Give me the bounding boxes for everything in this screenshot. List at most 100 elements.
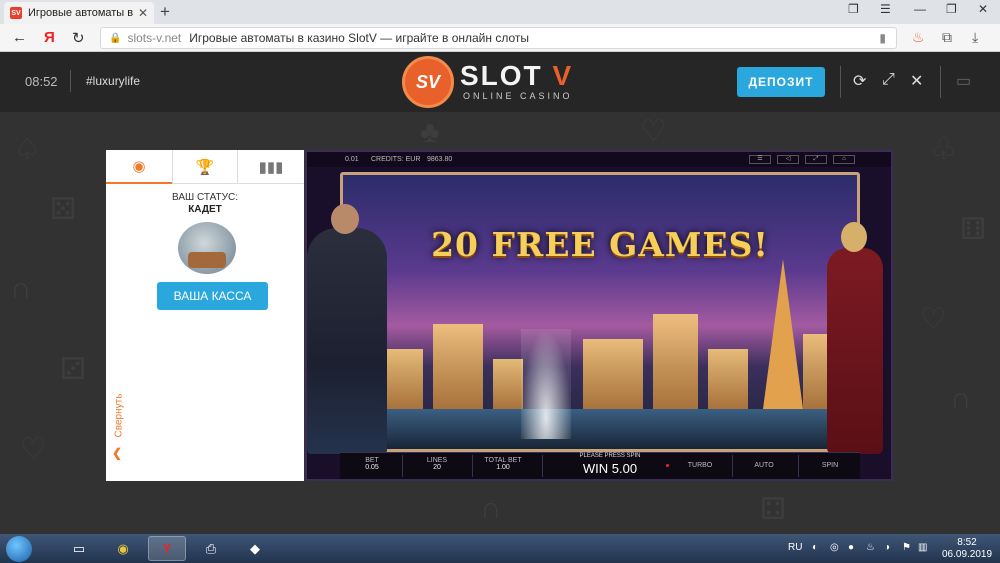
card-pattern-icon: ♤ bbox=[14, 133, 41, 166]
building bbox=[493, 359, 523, 409]
extensions-icon[interactable]: ⧉ bbox=[942, 29, 952, 46]
app-taskbar-icon[interactable]: ◆ bbox=[236, 536, 274, 561]
tray-app-icon[interactable]: ◐ bbox=[812, 542, 818, 553]
heart-pattern-icon: ♡ bbox=[20, 433, 47, 466]
yandex-taskbar-icon[interactable]: Y bbox=[148, 536, 186, 561]
clock-time: 8:52 bbox=[957, 537, 977, 548]
logo-text[interactable]: SLOT V bbox=[460, 60, 573, 92]
system-clock[interactable]: 8:52 06.09.2019 bbox=[942, 537, 992, 561]
heart-pattern-icon: ♡ bbox=[640, 115, 667, 148]
total-bet-label: TOTAL BET bbox=[484, 457, 522, 464]
free-games-headline: 20 FREE GAMES! bbox=[431, 225, 769, 264]
site-favicon: SV bbox=[10, 7, 22, 19]
auto-button[interactable]: AUTO bbox=[744, 462, 784, 469]
lock-icon: 🔒 bbox=[109, 32, 122, 44]
collapse-panel-button[interactable]: Свернуть ❮ bbox=[112, 390, 126, 460]
header-divider bbox=[70, 70, 71, 92]
network-icon[interactable]: ▥ bbox=[918, 542, 927, 553]
minimize-icon[interactable]: — bbox=[914, 2, 926, 16]
address-bar: ← Я ↻ 🔒 slots-v.net Игровые автоматы в к… bbox=[0, 24, 1000, 52]
logo-v: V bbox=[552, 60, 574, 91]
tab-leaderboard[interactable]: ▮▮▮ bbox=[238, 150, 304, 184]
logo-main: SLOT bbox=[460, 60, 543, 91]
building bbox=[583, 339, 643, 409]
yandex-icon[interactable]: Я bbox=[44, 29, 55, 46]
horseshoe-pattern-icon: ∩ bbox=[10, 272, 32, 305]
bookmark-icon[interactable]: ▮ bbox=[879, 31, 886, 45]
user-panel: ◉ 🏆 ▮▮▮ ВАШ СТАТУС: КАДЕТ ВАША КАССА Све… bbox=[106, 150, 304, 481]
tabs-icon[interactable]: ❐ bbox=[848, 2, 859, 16]
download-icon[interactable]: ⤓ bbox=[972, 29, 978, 46]
browser-tab[interactable]: SV Игровые автоматы в ка ✕ bbox=[4, 2, 154, 24]
cashier-button[interactable]: ВАША КАССА bbox=[157, 282, 268, 310]
status-label: ВАШ СТАТУС: bbox=[172, 192, 238, 203]
spin-button[interactable]: SPIN bbox=[810, 462, 850, 469]
game-fullscreen-icon[interactable]: ⤢ bbox=[805, 155, 827, 164]
explorer-taskbar-icon[interactable]: ▭ bbox=[60, 536, 98, 561]
protect-icon[interactable]: ♨ bbox=[912, 29, 925, 46]
close-game-icon[interactable]: ✕ bbox=[910, 71, 923, 91]
tab-tournaments[interactable]: 🏆 bbox=[172, 150, 238, 184]
dice-pattern-icon: ⚄ bbox=[50, 193, 77, 226]
lines-label: LINES bbox=[426, 457, 448, 464]
tray-app-icon[interactable]: ◑ bbox=[884, 542, 890, 553]
building bbox=[653, 314, 698, 409]
status-value: КАДЕТ bbox=[188, 204, 222, 215]
chat-icon[interactable]: ▭ bbox=[956, 71, 971, 91]
collapse-label: Свернуть bbox=[113, 393, 125, 438]
clover-pattern-icon: ♣ bbox=[420, 116, 440, 149]
bet-control[interactable]: BET 0.05 bbox=[360, 457, 384, 471]
taskbar: ▭ ◉ Y ⎙ ◆ RU ◐ ◎ ● ♨ ◑ ⚑ ▥ 8:52 06.09.20… bbox=[0, 534, 1000, 563]
game-frame[interactable]: 0.01 CREDITS: EUR 9863.80 ☰ ◁ ⤢ ⌂ 20 FRE… bbox=[305, 150, 893, 481]
home-icon[interactable]: ⌂ bbox=[833, 155, 855, 164]
chrome-taskbar-icon[interactable]: ◉ bbox=[104, 536, 142, 561]
man-figure bbox=[307, 204, 387, 454]
flag-icon[interactable]: ⚑ bbox=[902, 542, 911, 553]
user-icon: ◉ bbox=[132, 158, 146, 175]
building bbox=[708, 349, 748, 409]
tray-app-icon[interactable]: ♨ bbox=[866, 542, 875, 553]
url-domain: slots-v.net bbox=[127, 31, 182, 45]
game-top-info: 0.01 CREDITS: EUR 9863.80 ☰ ◁ ⤢ ⌂ bbox=[307, 152, 891, 167]
game-control-bar: BET 0.05 LINES 20 TOTAL BET 1.00 PLEASE PRE… bbox=[340, 452, 860, 479]
logo-subtitle: ONLINE CASINO bbox=[463, 91, 573, 101]
site-clock: 08:52 bbox=[25, 74, 58, 89]
tab-profile[interactable]: ◉ bbox=[106, 150, 172, 184]
win-display: WIN 5.00 bbox=[582, 461, 638, 476]
start-button[interactable] bbox=[6, 536, 32, 562]
deposit-button[interactable]: ДЕПОЗИТ bbox=[737, 67, 825, 97]
maximize-icon[interactable]: ❐ bbox=[946, 2, 957, 16]
bet-label: BET bbox=[365, 457, 379, 464]
credits-value: 9863.80 bbox=[427, 156, 453, 163]
dice-pattern-icon: ⚅ bbox=[960, 213, 987, 246]
new-tab-icon[interactable]: + bbox=[160, 2, 170, 22]
fullscreen-icon[interactable]: ⤢ bbox=[882, 71, 895, 89]
tray-app-icon[interactable]: ◎ bbox=[830, 542, 839, 553]
reload-icon[interactable]: ↻ bbox=[72, 29, 85, 47]
game-menu-icon[interactable]: ☰ bbox=[749, 155, 771, 164]
tray-app-icon[interactable]: ● bbox=[848, 542, 854, 553]
bet-value: 0.05 bbox=[365, 464, 379, 471]
site-header: 08:52 #luxurylife SV SLOT V ONLINE CASIN… bbox=[0, 52, 1000, 112]
close-window-icon[interactable]: ✕ bbox=[978, 2, 988, 16]
refresh-icon[interactable]: ⟳ bbox=[853, 71, 866, 91]
bar-separator bbox=[402, 455, 403, 477]
trophy-icon: 🏆 bbox=[195, 158, 215, 176]
horseshoe-pattern-icon: ∩ bbox=[480, 492, 502, 525]
language-indicator[interactable]: RU bbox=[788, 542, 802, 553]
turbo-indicator bbox=[666, 464, 669, 467]
turbo-button[interactable]: TURBO bbox=[680, 462, 720, 469]
header-separator bbox=[840, 66, 841, 98]
lines-control[interactable]: LINES 20 bbox=[420, 457, 454, 471]
network-taskbar-icon[interactable]: ⎙ bbox=[192, 536, 230, 561]
menu-icon[interactable]: ☰ bbox=[880, 2, 891, 16]
logo-badge[interactable]: SV bbox=[402, 56, 454, 108]
clock-date: 06.09.2019 bbox=[942, 549, 993, 560]
sound-icon[interactable]: ◁ bbox=[777, 155, 799, 164]
close-tab-icon[interactable]: ✕ bbox=[138, 6, 148, 20]
woman-figure bbox=[827, 222, 883, 454]
url-page-title: Игровые автоматы в казино SlotV — играйт… bbox=[189, 31, 530, 45]
back-icon[interactable]: ← bbox=[12, 29, 27, 46]
hashtag-link[interactable]: #luxurylife bbox=[86, 74, 140, 88]
url-field[interactable]: 🔒 slots-v.net Игровые автоматы в казино … bbox=[100, 27, 897, 49]
